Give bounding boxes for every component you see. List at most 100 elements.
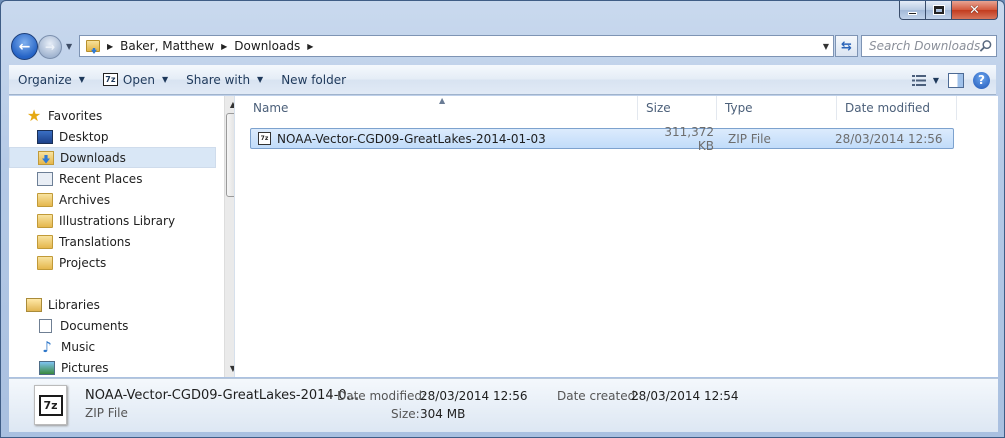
column-label: Type xyxy=(725,101,753,115)
refresh-button[interactable]: ⇆ xyxy=(835,35,858,57)
nav-label: Libraries xyxy=(48,297,100,312)
column-header-size[interactable]: Size xyxy=(638,96,717,120)
folder-icon xyxy=(37,213,53,228)
file-type: ZIP File xyxy=(728,131,771,146)
details-size-label: Size: xyxy=(391,407,420,421)
open-button[interactable]: 7z Open ▼ xyxy=(94,65,177,94)
command-bar: Organize ▼ 7z Open ▼ Share with ▼ New folder… xyxy=(9,65,996,95)
scroll-thumb[interactable] xyxy=(226,113,234,197)
maximize-icon xyxy=(932,5,945,15)
view-options-chevron-icon[interactable]: ▼ xyxy=(933,76,939,85)
libraries-icon xyxy=(26,297,42,312)
details-date-modified-label: Date modified: xyxy=(337,389,427,403)
search-icon[interactable] xyxy=(979,39,992,53)
nav-translations[interactable]: Translations xyxy=(37,231,216,252)
column-header-type[interactable]: Type xyxy=(717,96,837,120)
recent-pages-dropdown[interactable]: ▼ xyxy=(66,42,75,51)
organize-label: Organize xyxy=(18,72,72,87)
nav-archives[interactable]: Archives xyxy=(37,189,216,210)
address-row: ← → ▼ ▶ Baker, Matthew ▶ Downloads ▶ ▼ ⇆… xyxy=(9,33,997,60)
open-label: Open xyxy=(122,72,155,87)
nav-music[interactable]: ♪ Music xyxy=(39,336,216,357)
preview-pane-button[interactable] xyxy=(948,72,964,88)
close-button[interactable]: ✕ xyxy=(952,1,998,20)
details-view-icon xyxy=(911,74,926,86)
breadcrumb-arrow-icon[interactable]: ▶ xyxy=(307,42,313,51)
navigation-pane[interactable]: ★ Favorites Desktop Downloads Recent Plac… xyxy=(9,96,235,377)
address-history-chevron-icon[interactable]: ▼ xyxy=(823,42,829,51)
search-input[interactable]: Search Downloads xyxy=(861,35,997,57)
new-folder-label: New folder xyxy=(281,72,347,87)
chevron-down-icon[interactable]: ▼ xyxy=(162,75,168,84)
nav-label: Recent Places xyxy=(59,171,143,186)
address-bar[interactable]: ▶ Baker, Matthew ▶ Downloads ▶ ▼ xyxy=(79,35,834,57)
refresh-icon: ⇆ xyxy=(841,38,852,54)
7zip-icon: 7z xyxy=(102,73,118,86)
documents-icon xyxy=(39,318,52,333)
nav-label: Pictures xyxy=(61,360,109,375)
scroll-down-icon[interactable]: ▼ xyxy=(225,360,234,377)
nav-label: Documents xyxy=(60,318,129,333)
nav-desktop[interactable]: Desktop xyxy=(37,126,216,147)
minimize-icon xyxy=(908,11,917,15)
file-row[interactable]: 7z NOAA-Vector-CGD09-GreatLakes-2014-01-… xyxy=(250,125,954,153)
forward-button[interactable]: → xyxy=(38,35,62,59)
nav-label: Archives xyxy=(59,192,111,207)
file-name: NOAA-Vector-CGD09-GreatLakes-2014-01-03 xyxy=(277,131,546,146)
music-icon: ♪ xyxy=(42,337,52,356)
toolbar-right: ▼ ? xyxy=(907,65,990,95)
chevron-down-icon: ▼ xyxy=(257,75,264,84)
breadcrumb-arrow-icon[interactable]: ▶ xyxy=(221,42,227,51)
column-header-date-modified[interactable]: Date modified xyxy=(837,96,957,120)
file-thumbnail: 7z xyxy=(34,385,67,425)
file-date-modified: 28/03/2014 12:56 xyxy=(835,131,943,146)
chevron-down-icon: ▼ xyxy=(66,42,73,51)
nav-pictures[interactable]: Pictures xyxy=(39,357,216,377)
nav-favorites[interactable]: ★ Favorites xyxy=(26,105,233,126)
7zip-file-icon: 7z xyxy=(258,132,271,145)
file-list[interactable]: ▲ Name Size Type Date modified 7z NOAA-V… xyxy=(235,96,998,377)
share-with-label: Share with xyxy=(186,72,251,87)
details-size-value: 304 MB xyxy=(420,407,466,421)
7zip-icon: 7z xyxy=(38,394,63,416)
scroll-up-icon[interactable]: ▲ xyxy=(225,96,234,113)
back-button[interactable]: ← xyxy=(11,33,38,60)
explorer-window: ✕ ← → ▼ ▶ Baker, Matthew ▶ Downloads ▶ ▼… xyxy=(0,0,1005,438)
column-label: Size xyxy=(646,101,671,115)
breadcrumb-arrow-icon[interactable]: ▶ xyxy=(107,42,113,51)
nav-label: Downloads xyxy=(60,150,126,165)
maximize-button[interactable] xyxy=(926,1,952,20)
details-file-type: ZIP File xyxy=(85,406,128,420)
nav-downloads[interactable]: Downloads xyxy=(9,147,216,168)
pictures-icon xyxy=(39,360,55,375)
column-header-name[interactable]: Name xyxy=(245,96,638,120)
organize-menu[interactable]: Organize ▼ xyxy=(9,65,94,94)
share-with-menu[interactable]: Share with ▼ xyxy=(177,65,272,94)
nav-illustrations-library[interactable]: Illustrations Library xyxy=(37,210,216,231)
nav-label: Illustrations Library xyxy=(59,213,176,228)
nav-label: Translations xyxy=(59,234,131,249)
arrow-left-icon: ← xyxy=(18,38,31,55)
nav-documents[interactable]: Documents xyxy=(39,315,216,336)
breadcrumb-downloads[interactable]: Downloads xyxy=(234,39,300,53)
nav-libraries[interactable]: Libraries xyxy=(26,294,216,315)
details-date-modified-value: 28/03/2014 12:56 xyxy=(420,389,528,403)
details-date-created-value: 28/03/2014 12:54 xyxy=(631,389,739,403)
downloads-folder-icon xyxy=(86,40,100,52)
nav-label: Music xyxy=(61,339,96,354)
details-date-created-label: Date created: xyxy=(557,389,640,403)
nav-recent-places[interactable]: Recent Places xyxy=(37,168,216,189)
nav-label: Projects xyxy=(59,255,107,270)
search-placeholder: Search Downloads xyxy=(869,39,981,53)
minimize-button[interactable] xyxy=(899,1,926,20)
nav-scrollbar[interactable]: ▲ ▼ xyxy=(224,96,234,377)
arrow-right-icon: → xyxy=(44,40,56,54)
downloads-icon xyxy=(38,150,54,165)
breadcrumb-user[interactable]: Baker, Matthew xyxy=(120,39,214,53)
help-icon: ? xyxy=(978,73,985,87)
change-view-button[interactable] xyxy=(907,71,931,89)
close-icon: ✕ xyxy=(969,2,980,18)
help-button[interactable]: ? xyxy=(973,71,990,89)
nav-projects[interactable]: Projects xyxy=(37,252,216,273)
new-folder-button[interactable]: New folder xyxy=(272,65,355,94)
